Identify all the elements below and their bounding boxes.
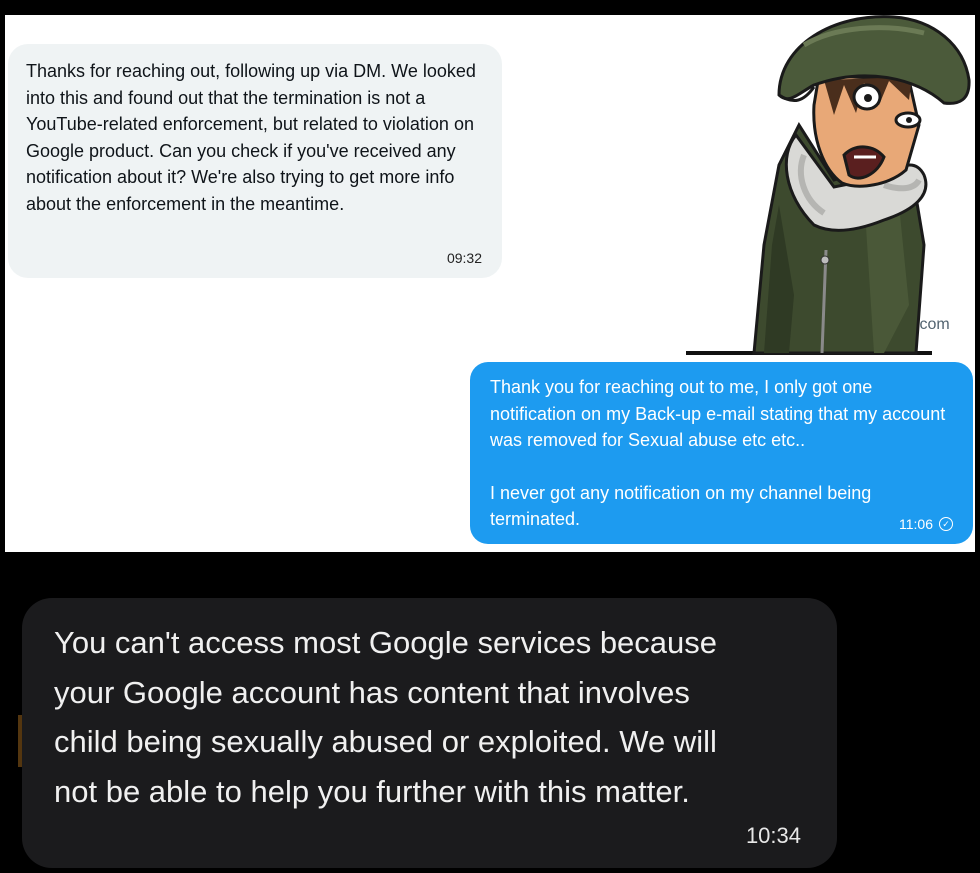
outgoing-message-bubble[interactable]: Thank you for reaching out to me, I only… [470,362,973,544]
incoming-message-time: 09:32 [446,250,482,266]
dark-message-time: 10:34 [745,823,801,848]
sent-check-icon: ✓ [939,517,953,531]
soldier-cartoon-illustration [686,15,971,355]
dark-message-line-3: child being sexually abused or exploited… [54,724,717,759]
incoming-message-bubble[interactable]: Thanks for reaching out, following up vi… [8,44,502,278]
outgoing-message-time: 11:06 [899,516,933,532]
outgoing-message-meta: 11:06 ✓ [899,516,953,532]
incoming-message-text: Thanks for reaching out, following up vi… [26,61,476,214]
dark-message-line-1: You can't access most Google services be… [54,625,718,660]
dark-message-line-4: not be able to help you further with thi… [54,773,690,809]
dark-message-bubble[interactable]: You can't access most Google services be… [22,598,837,868]
outgoing-message-paragraph-2: I never got any notification on my chann… [490,482,872,530]
outgoing-message-paragraph-1: Thank you for reaching out to me, I only… [490,377,946,450]
dark-message-line-2: your Google account has content that inv… [54,674,690,710]
